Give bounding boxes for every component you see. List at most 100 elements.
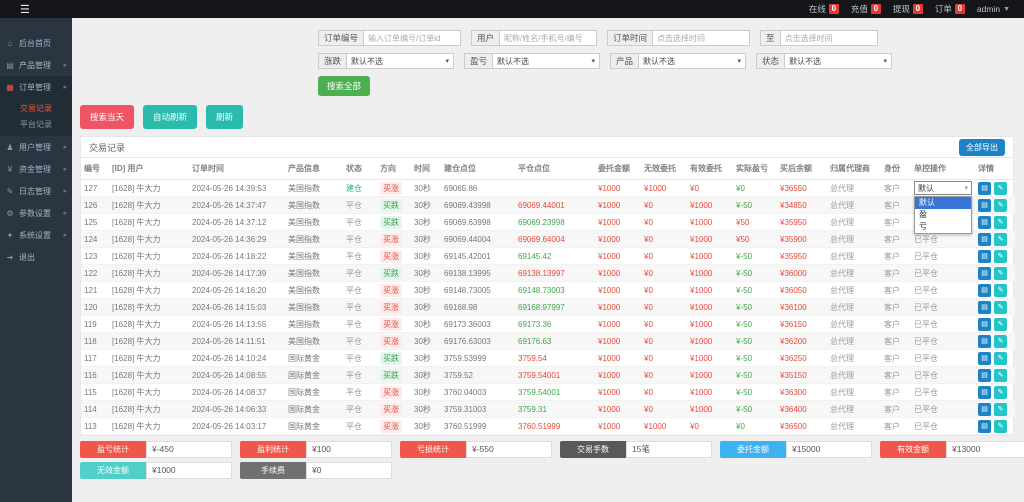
cell-agent: 总代理 xyxy=(827,417,881,435)
profit-loss-select[interactable]: 默认不选 ▾ xyxy=(492,53,601,69)
export-all-button[interactable]: 全部导出 xyxy=(959,138,1005,156)
edit-icon[interactable]: ✎ xyxy=(994,283,1007,297)
cell-open-point: 3760.04003 xyxy=(441,383,515,401)
order-no-input[interactable] xyxy=(363,30,462,46)
edit-icon[interactable]: ✎ xyxy=(994,181,1007,195)
cell-user: [1628] 牛大力 xyxy=(109,332,189,350)
control-option[interactable]: 默认 xyxy=(915,197,971,209)
cell-open-point: 3759.53999 xyxy=(441,349,515,367)
stat-label: 盈利统计 xyxy=(240,441,306,458)
view-detail-icon[interactable]: ▤ xyxy=(978,198,991,212)
sidebar-item-users[interactable]: ♟ 用户管理 ▸ xyxy=(0,136,72,158)
edit-icon[interactable]: ✎ xyxy=(994,419,1007,433)
view-detail-icon[interactable]: ▤ xyxy=(978,351,991,365)
cell-close-point: 3759.31 xyxy=(515,400,595,418)
chevron-right-icon: ▸ xyxy=(63,144,67,151)
view-detail-icon[interactable]: ▤ xyxy=(978,215,991,229)
cell-amount: ¥1000 xyxy=(595,383,641,401)
cell-profit: ¥50 xyxy=(733,213,777,231)
cell-period: 30秒 xyxy=(411,179,441,197)
sidebar-item-label: 资金管理 xyxy=(19,164,51,174)
cell-product: 美国指数 xyxy=(285,247,343,265)
cell-control: 已平仓 xyxy=(911,366,975,384)
sidebar-subitem[interactable]: 交易记录 xyxy=(0,100,72,116)
view-detail-icon[interactable]: ▤ xyxy=(978,232,991,246)
edit-icon[interactable]: ✎ xyxy=(994,215,1007,229)
user-input[interactable] xyxy=(499,30,598,46)
rise-fall-select[interactable]: 默认不选 ▾ xyxy=(346,53,455,69)
sidebar-item-logout[interactable]: ➔ 退出 xyxy=(0,246,72,268)
view-detail-icon[interactable]: ▤ xyxy=(978,283,991,297)
order-time-input[interactable] xyxy=(652,30,751,46)
control-option[interactable]: 盈 xyxy=(915,209,971,221)
sidebar-item-system[interactable]: ✦ 系统设置 ▸ xyxy=(0,224,72,246)
count-badge[interactable]: 0 xyxy=(828,4,839,14)
cell-valid: ¥1000 xyxy=(687,383,733,401)
cell-user: [1628] 牛大力 xyxy=(109,349,189,367)
control-select[interactable]: 默认 ▾ xyxy=(914,181,972,195)
cell-direction: 买跌 xyxy=(377,366,411,384)
table-row: 117 [1628] 牛大力 2024-05-26 14:10:24 国际黄金 平仓 买跌… xyxy=(81,349,1015,367)
edit-icon[interactable]: ✎ xyxy=(994,368,1007,382)
sidebar-item-money[interactable]: ¥ 资金管理 ▸ xyxy=(0,158,72,180)
refresh-button[interactable]: 刷新 xyxy=(206,105,244,129)
count-badge[interactable]: 0 xyxy=(912,4,923,14)
view-detail-icon[interactable]: ▤ xyxy=(978,266,991,280)
view-detail-icon[interactable]: ▤ xyxy=(978,249,991,263)
hamburger-icon[interactable]: ☰ xyxy=(20,3,30,16)
sidebar-item-home[interactable]: ⌂ 后台首页 xyxy=(0,32,72,54)
view-detail-icon[interactable]: ▤ xyxy=(978,402,991,416)
sidebar-item-params[interactable]: ⚙ 参数设置 ▸ xyxy=(0,202,72,224)
edit-icon[interactable]: ✎ xyxy=(994,402,1007,416)
product-select[interactable]: 默认不选 ▾ xyxy=(638,53,747,69)
view-detail-icon[interactable]: ▤ xyxy=(978,334,991,348)
auto-refresh-button[interactable]: 自动刷新 xyxy=(143,105,198,129)
status-select[interactable]: 默认不选 ▾ xyxy=(784,53,893,69)
control-option[interactable]: 亏 xyxy=(915,221,971,233)
edit-icon[interactable]: ✎ xyxy=(994,232,1007,246)
edit-icon[interactable]: ✎ xyxy=(994,334,1007,348)
filter-group-product: 产品 默认不选 ▾ xyxy=(610,53,747,69)
view-detail-icon[interactable]: ▤ xyxy=(978,317,991,331)
edit-icon[interactable]: ✎ xyxy=(994,385,1007,399)
view-detail-icon[interactable]: ▤ xyxy=(978,300,991,314)
edit-icon[interactable]: ✎ xyxy=(994,198,1007,212)
cell-agent: 总代理 xyxy=(827,298,881,316)
filter-label-product: 产品 xyxy=(610,53,639,69)
view-detail-icon[interactable]: ▤ xyxy=(978,368,991,382)
stat-交易手数: 交易手数 15笔 xyxy=(560,441,712,458)
view-detail-icon[interactable]: ▤ xyxy=(978,419,991,433)
edit-icon[interactable]: ✎ xyxy=(994,249,1007,263)
edit-icon[interactable]: ✎ xyxy=(994,266,1007,280)
search-today-button[interactable]: 搜索当天 xyxy=(80,105,135,129)
sidebar-item-product[interactable]: ▤ 产品管理 ▸ xyxy=(0,54,72,76)
filter-label-order-no: 订单编号 xyxy=(318,30,364,46)
time-to-input[interactable] xyxy=(779,30,878,46)
chevron-down-icon: ▾ xyxy=(737,58,742,65)
cell-direction: 买涨 xyxy=(377,247,411,265)
count-badge[interactable]: 0 xyxy=(954,4,965,14)
cell-product: 美国指数 xyxy=(285,315,343,333)
sidebar-subitem[interactable]: 平台记录 xyxy=(0,116,72,132)
edit-icon[interactable]: ✎ xyxy=(994,317,1007,331)
cell-close-point: 69138.13997 xyxy=(515,264,595,282)
table-row: 113 [1628] 牛大力 2024-05-26 14:03:17 国际黄金 平仓 买涨… xyxy=(81,417,1015,435)
sidebar-item-log[interactable]: ✎ 日志管理 ▸ xyxy=(0,180,72,202)
sidebar-item-order[interactable]: ▦ 订单管理 ▸ xyxy=(0,76,72,98)
column-header: 有效委托 xyxy=(687,158,733,180)
cell-period: 30秒 xyxy=(411,349,441,367)
view-detail-icon[interactable]: ▤ xyxy=(978,181,991,195)
transactions-table: 编号 [ID] 用户 订单时间 产品信息 状态 方向 时间 建仓点位 平仓点位 委托金额 无效委托有… xyxy=(81,158,1015,435)
admin-menu[interactable]: admin ▼ xyxy=(977,4,1010,14)
chevron-down-icon: ▼ xyxy=(1003,5,1010,13)
count-badge[interactable]: 0 xyxy=(870,4,881,14)
chevron-right-icon: ▸ xyxy=(63,210,67,217)
view-detail-icon[interactable]: ▤ xyxy=(978,385,991,399)
column-header: 状态 xyxy=(343,158,377,180)
cell-valid: ¥1000 xyxy=(687,400,733,418)
search-all-button[interactable]: 搜索全部 xyxy=(318,76,371,96)
edit-icon[interactable]: ✎ xyxy=(994,300,1007,314)
cell-product: 美国指数 xyxy=(285,179,343,197)
column-header: 身份 xyxy=(881,158,911,180)
edit-icon[interactable]: ✎ xyxy=(994,351,1007,365)
